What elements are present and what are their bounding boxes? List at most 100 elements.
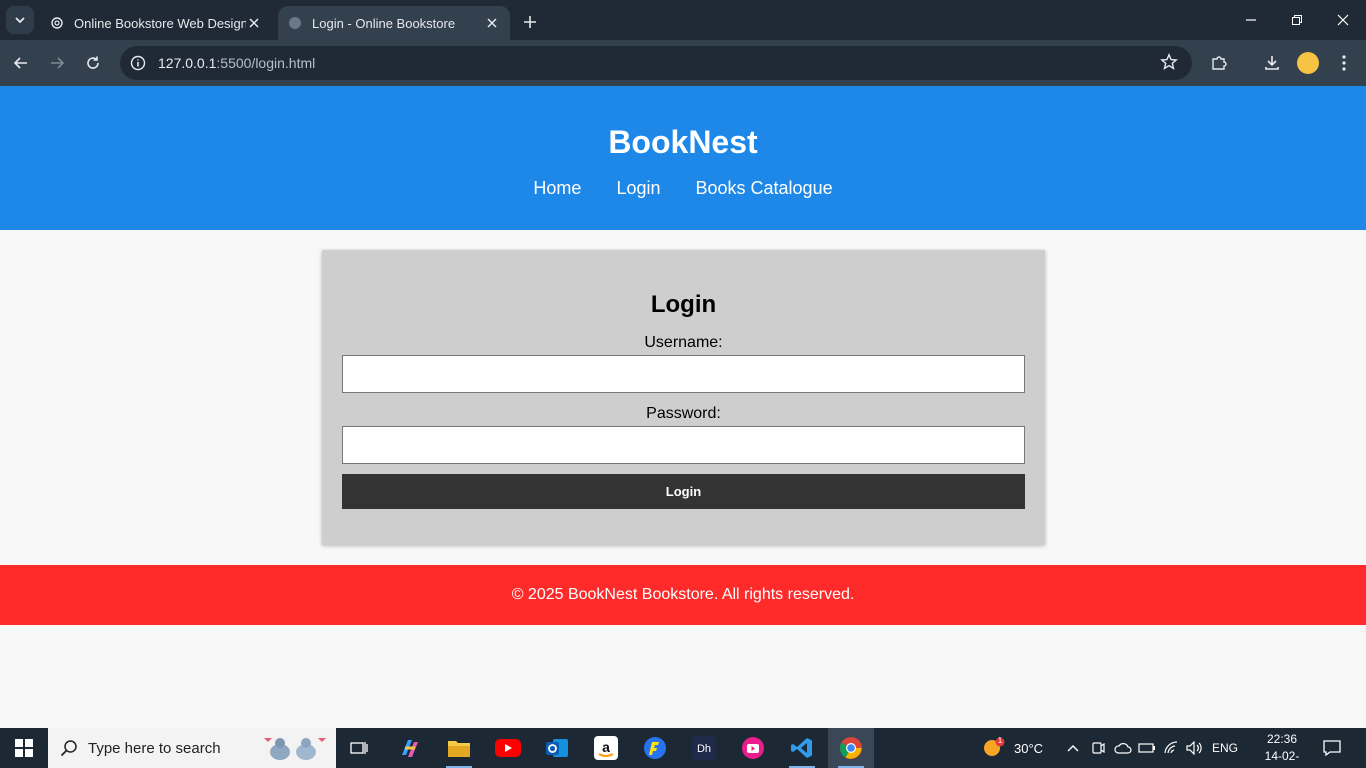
tray-overflow-button[interactable] <box>1066 728 1080 768</box>
volume-button[interactable] <box>1186 728 1204 768</box>
search-icon <box>60 740 77 757</box>
puzzle-icon <box>1212 56 1227 70</box>
notifications-button[interactable] <box>1322 728 1342 768</box>
minimize-icon <box>1246 19 1256 21</box>
camera-icon <box>1092 742 1105 754</box>
svg-text:a: a <box>602 739 610 755</box>
browser-tab-strip: Online Bookstore Web Design Login - Onli… <box>0 0 1366 40</box>
new-tab-button[interactable] <box>518 10 542 34</box>
reload-icon <box>87 56 99 69</box>
tab-search-button[interactable] <box>6 6 34 34</box>
start-button[interactable] <box>0 728 48 768</box>
extensions-button[interactable] <box>1204 48 1234 78</box>
close-icon <box>1337 14 1349 26</box>
menu-button[interactable] <box>1329 48 1359 78</box>
close-tab-icon[interactable] <box>484 15 500 31</box>
minimize-button[interactable] <box>1228 0 1274 40</box>
weather-badge: 1 <box>997 736 1003 745</box>
taskbar-clock[interactable]: 22:36 14-02-2025 <box>1252 731 1312 768</box>
reload-button[interactable] <box>78 48 108 78</box>
main-nav: Home Login Books Catalogue <box>0 178 1366 199</box>
media-app-button[interactable] <box>730 728 776 768</box>
forward-button[interactable] <box>42 48 72 78</box>
weather-temperature: 30°C <box>1014 740 1044 756</box>
footer-text: © 2025 BookNest Bookstore. All rights re… <box>511 586 855 603</box>
bookmark-star-icon[interactable] <box>1160 53 1180 73</box>
dailyhunt-button[interactable]: Dh <box>681 728 727 768</box>
nav-link-login[interactable]: Login <box>616 178 660 198</box>
arrow-right-icon <box>51 57 65 69</box>
nav-link-home[interactable]: Home <box>533 178 581 198</box>
tab-login-online-bookstore[interactable]: Login - Online Bookstore <box>278 6 510 40</box>
username-field[interactable] <box>342 355 1025 393</box>
notification-icon <box>1323 740 1341 757</box>
taskbar-search-box[interactable]: Type here to search <box>48 728 336 768</box>
vscode-button[interactable] <box>779 728 825 768</box>
language-indicator[interactable]: ENG <box>1212 728 1238 768</box>
login-form: Login Username: Password: Login <box>322 250 1045 545</box>
login-heading: Login <box>650 291 717 318</box>
username-label: Username: <box>644 334 723 351</box>
amazon-icon: a <box>594 736 618 760</box>
info-icon[interactable] <box>130 55 146 71</box>
wifi-button[interactable] <box>1163 728 1179 768</box>
task-view-button[interactable] <box>336 728 382 768</box>
site-header: BookNest Home Login Books Catalogue <box>0 86 1366 230</box>
clock-time: 22:36 <box>1266 732 1298 746</box>
restore-icon <box>1292 15 1302 25</box>
url-path: :5500/login.html <box>216 55 316 71</box>
close-tab-icon[interactable] <box>246 15 262 31</box>
nav-link-books-catalogue[interactable]: Books Catalogue <box>696 178 833 198</box>
copilot-button[interactable] <box>387 728 433 768</box>
battery-button[interactable] <box>1138 728 1156 768</box>
file-explorer-button[interactable] <box>436 728 482 768</box>
outlook-icon <box>546 739 568 757</box>
battery-icon <box>1138 743 1155 753</box>
youtube-button[interactable] <box>485 728 531 768</box>
chrome-button[interactable] <box>828 728 874 768</box>
youtube-icon <box>495 739 521 757</box>
task-view-icon <box>350 742 368 754</box>
windows-taskbar: Type here to search a Dh 1 30°C ENG 22:3… <box>0 728 1366 768</box>
globe-icon <box>288 16 302 30</box>
close-window-button[interactable] <box>1320 0 1366 40</box>
amazon-button[interactable]: a <box>583 728 629 768</box>
profile-button[interactable] <box>1293 48 1323 78</box>
chevron-up-icon <box>1067 745 1079 752</box>
password-label: Password: <box>646 405 721 422</box>
site-footer: © 2025 BookNest Bookstore. All rights re… <box>0 565 1366 625</box>
onedrive-button[interactable] <box>1114 728 1132 768</box>
address-bar[interactable]: 127.0.0.1:5500/login.html <box>120 46 1192 80</box>
site-title: BookNest <box>608 124 758 160</box>
speaker-icon <box>1186 741 1202 755</box>
browser-toolbar: 127.0.0.1:5500/login.html <box>0 40 1366 86</box>
chatgpt-icon <box>50 16 64 30</box>
tab-online-bookstore-web-design[interactable]: Online Bookstore Web Design <box>40 6 272 40</box>
login-button[interactable]: Login <box>342 474 1025 509</box>
avatar <box>1297 52 1319 74</box>
restore-button[interactable] <box>1274 0 1320 40</box>
meet-now-button[interactable] <box>1091 728 1105 768</box>
media-app-icon <box>742 737 764 759</box>
download-icon <box>1265 56 1279 70</box>
flipkart-icon <box>644 737 666 759</box>
svg-text:Dh: Dh <box>697 743 711 755</box>
tab-title: Login - Online Bookstore <box>312 15 456 31</box>
vscode-icon <box>791 738 812 758</box>
folder-icon <box>448 741 470 757</box>
dailyhunt-icon: Dh <box>692 736 716 760</box>
downloads-button[interactable] <box>1257 48 1287 78</box>
search-placeholder: Type here to search <box>88 739 221 757</box>
plus-icon <box>524 16 536 28</box>
page-viewport: BookNest Home Login Books Catalogue Logi… <box>0 86 1366 728</box>
flipkart-button[interactable] <box>632 728 678 768</box>
birds-illustration-icon <box>264 738 326 760</box>
arrow-left-icon <box>13 57 27 69</box>
weather-widget[interactable]: 1 30°C <box>982 728 1043 768</box>
kebab-menu-icon <box>1342 55 1346 71</box>
chevron-down-icon <box>15 17 25 24</box>
url-text: 127.0.0.1:5500/login.html <box>158 55 315 71</box>
password-field[interactable] <box>342 426 1025 464</box>
outlook-button[interactable] <box>534 728 580 768</box>
back-button[interactable] <box>6 48 36 78</box>
